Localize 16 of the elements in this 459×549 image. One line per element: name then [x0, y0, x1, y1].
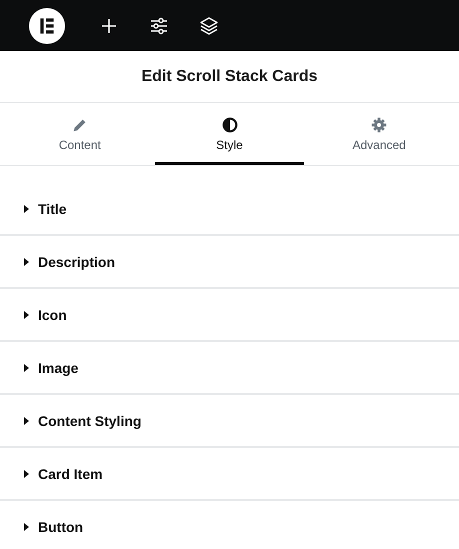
section-header[interactable]: Title	[0, 183, 459, 236]
section-header[interactable]: Description	[0, 236, 459, 289]
panel-tab[interactable]: Advanced	[304, 103, 454, 165]
settings-icon[interactable]	[149, 16, 169, 36]
panel-tab[interactable]: Style	[154, 103, 304, 165]
section-header[interactable]: Content Styling	[0, 395, 459, 448]
section-header[interactable]: Image	[0, 342, 459, 395]
panel-title: Edit Scroll Stack Cards	[141, 68, 318, 86]
section-header[interactable]: Card Item	[0, 448, 459, 501]
section-header[interactable]: Button	[0, 501, 459, 549]
logo-icon[interactable]	[28, 6, 66, 44]
section-header[interactable]: Icon	[0, 289, 459, 342]
contrast-icon	[220, 116, 238, 134]
panel-tab[interactable]: Content	[5, 103, 155, 165]
layers-icon[interactable]	[199, 16, 219, 36]
gear-icon	[370, 116, 388, 134]
